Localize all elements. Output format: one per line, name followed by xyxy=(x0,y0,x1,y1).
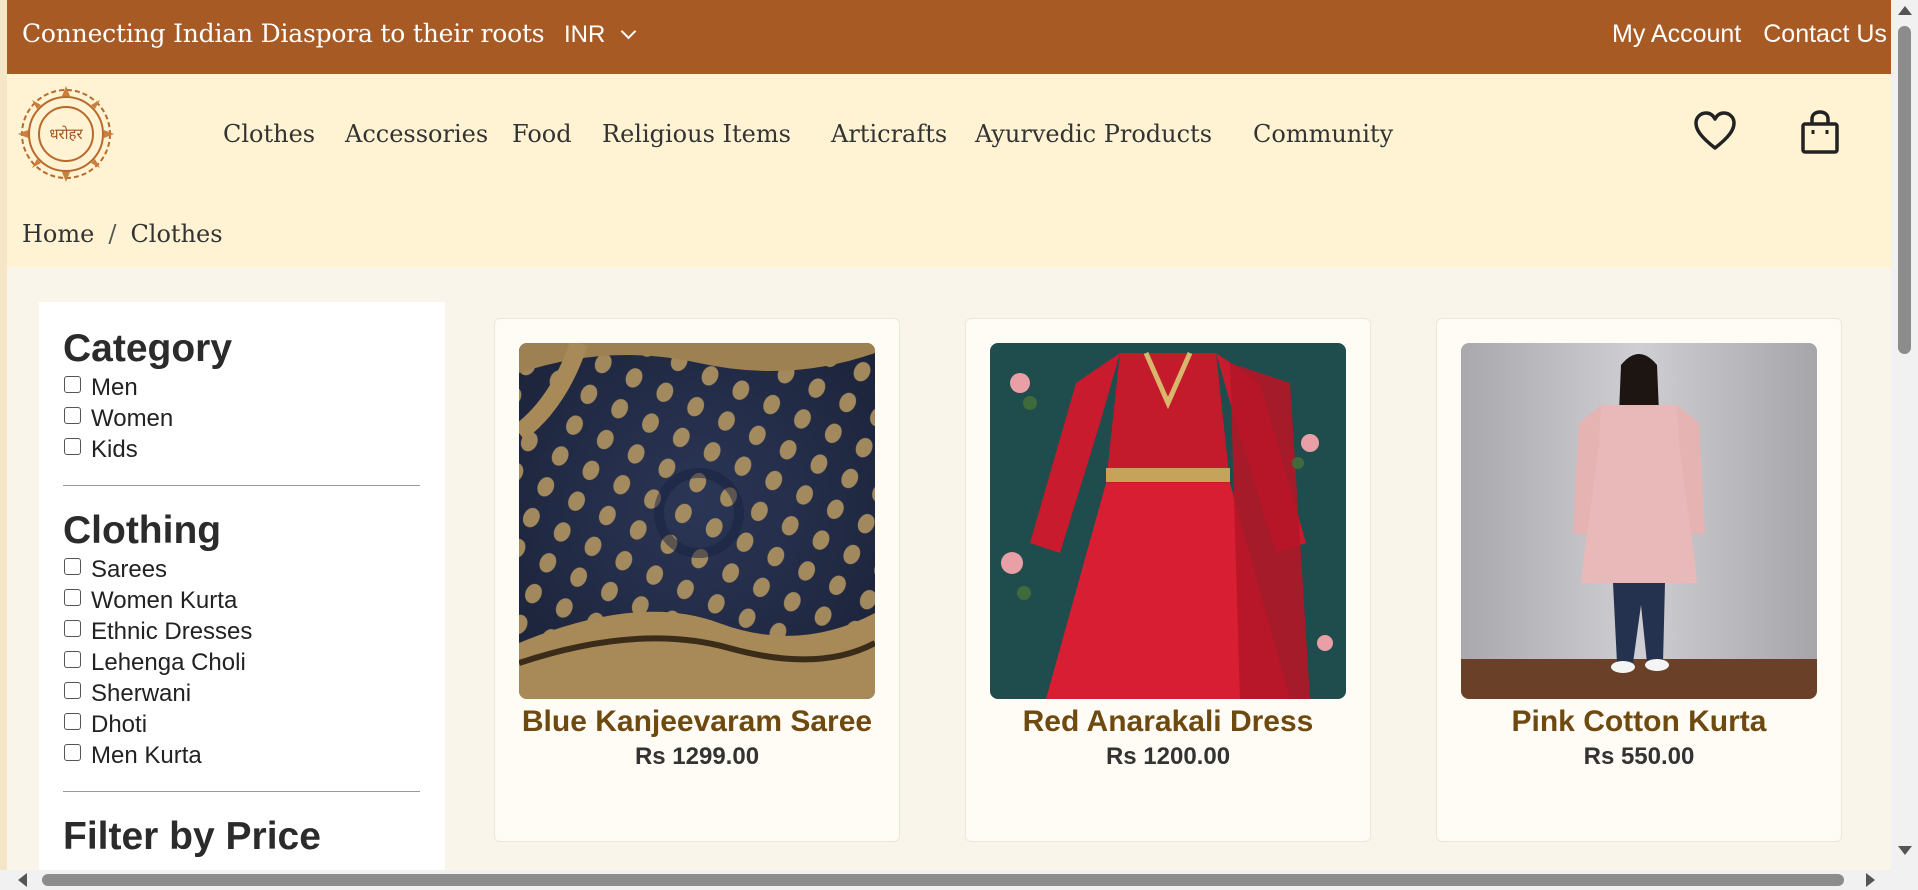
site-logo[interactable]: धरोहर xyxy=(16,84,116,184)
heart-icon[interactable] xyxy=(1693,110,1737,152)
nav-item-religious-items[interactable]: Religious Items xyxy=(602,120,791,148)
scroll-up-arrow-icon[interactable] xyxy=(1898,6,1912,15)
filter-option-lehenga-choli[interactable]: Lehenga Choli xyxy=(63,647,420,678)
filter-option-women-kurta[interactable]: Women Kurta xyxy=(63,585,420,616)
filter-label: Sherwani xyxy=(91,679,192,707)
breadcrumb-separator: / xyxy=(108,220,117,248)
currency-selector[interactable]: INR xyxy=(564,21,637,49)
top-links: My Account Contact Us xyxy=(1612,20,1887,49)
scrollbar-thumb[interactable] xyxy=(42,874,1844,886)
shopping-bag-icon[interactable] xyxy=(1800,110,1840,154)
filter-label: Lehenga Choli xyxy=(91,648,246,676)
horizontal-scrollbar[interactable] xyxy=(0,870,1918,890)
product-card[interactable]: Red Anarakali Dress Rs 1200.00 xyxy=(965,318,1371,842)
checkbox[interactable] xyxy=(64,744,81,761)
contact-us-link[interactable]: Contact Us xyxy=(1763,20,1887,49)
filter-label: Women Kurta xyxy=(91,586,238,614)
page-left-edge xyxy=(0,0,7,870)
product-card[interactable]: Pink Cotton Kurta Rs 550.00 xyxy=(1436,318,1842,842)
filter-label: Men Kurta xyxy=(91,741,202,769)
product-name[interactable]: Red Anarakali Dress xyxy=(966,705,1370,739)
checkbox[interactable] xyxy=(64,682,81,699)
product-card[interactable]: Blue Kanjeevaram Saree Rs 1299.00 xyxy=(494,318,900,842)
filter-sidebar: Category Men Women Kids Clothing Sarees … xyxy=(39,302,445,870)
vertical-scrollbar[interactable] xyxy=(1891,0,1918,870)
filter-label: Women xyxy=(91,404,174,432)
nav-item-food[interactable]: Food xyxy=(512,120,572,148)
filter-title-category: Category xyxy=(63,327,233,370)
my-account-link[interactable]: My Account xyxy=(1612,20,1741,49)
filter-option-women[interactable]: Women xyxy=(63,403,420,434)
product-name[interactable]: Pink Cotton Kurta xyxy=(1437,705,1841,739)
product-price: Rs 1299.00 xyxy=(634,743,760,770)
currency-value: INR xyxy=(564,21,606,48)
divider xyxy=(63,485,420,486)
nav-item-articrafts[interactable]: Articrafts xyxy=(831,120,947,148)
filter-label: Ethnic Dresses xyxy=(91,617,253,645)
product-price: Rs 1200.00 xyxy=(1105,743,1231,770)
filter-option-dhoti[interactable]: Dhoti xyxy=(63,709,420,740)
nav-item-clothes[interactable]: Clothes xyxy=(223,120,315,148)
filter-option-ethnic-dresses[interactable]: Ethnic Dresses xyxy=(63,616,420,647)
divider xyxy=(63,791,420,792)
site-header: धरोहर Clothes Accessories Food Religious… xyxy=(7,74,1891,268)
scroll-right-arrow-icon[interactable] xyxy=(1866,873,1875,887)
nav-item-community[interactable]: Community xyxy=(1253,120,1393,148)
checkbox[interactable] xyxy=(64,651,81,668)
scroll-down-arrow-icon[interactable] xyxy=(1898,846,1912,855)
scroll-left-arrow-icon[interactable] xyxy=(18,873,27,887)
product-name[interactable]: Blue Kanjeevaram Saree xyxy=(495,705,899,739)
filter-option-men[interactable]: Men xyxy=(63,372,420,403)
nav-item-accessories[interactable]: Accessories xyxy=(345,120,488,148)
filter-label: Sarees xyxy=(91,555,168,583)
breadcrumb-home[interactable]: Home xyxy=(22,220,94,248)
breadcrumb: Home / Clothes xyxy=(22,220,223,248)
filter-option-sherwani[interactable]: Sherwani xyxy=(63,678,420,709)
product-image-anarkali[interactable] xyxy=(990,343,1346,699)
filter-title-clothing: Clothing xyxy=(63,509,222,552)
chevron-down-icon xyxy=(621,23,637,39)
breadcrumb-current: Clothes xyxy=(130,220,223,248)
product-image-kurta[interactable] xyxy=(1461,343,1817,699)
filter-option-sarees[interactable]: Sarees xyxy=(63,554,420,585)
checkbox[interactable] xyxy=(64,407,81,424)
checkbox[interactable] xyxy=(64,438,81,455)
checkbox[interactable] xyxy=(64,589,81,606)
top-bar: Connecting Indian Diaspora to their root… xyxy=(7,0,1891,74)
filter-label: Kids xyxy=(91,435,138,463)
checkbox[interactable] xyxy=(64,376,81,393)
checkbox[interactable] xyxy=(64,620,81,637)
product-price: Rs 550.00 xyxy=(1583,743,1695,770)
checkbox[interactable] xyxy=(64,713,81,730)
nav-item-ayurvedic-products[interactable]: Ayurvedic Products xyxy=(975,120,1212,148)
logo-text: धरोहर xyxy=(49,125,83,143)
checkbox[interactable] xyxy=(64,558,81,575)
site-tagline: Connecting Indian Diaspora to their root… xyxy=(22,19,545,48)
filter-label: Men xyxy=(91,373,138,401)
filter-label: Dhoti xyxy=(91,710,148,738)
filter-option-men-kurta[interactable]: Men Kurta xyxy=(63,740,420,771)
filter-option-kids[interactable]: Kids xyxy=(63,434,420,465)
page-viewport: Connecting Indian Diaspora to their root… xyxy=(7,0,1891,870)
filter-title-price: Filter by Price xyxy=(63,815,321,858)
product-image-saree[interactable] xyxy=(519,343,875,699)
scrollbar-thumb[interactable] xyxy=(1898,26,1911,354)
